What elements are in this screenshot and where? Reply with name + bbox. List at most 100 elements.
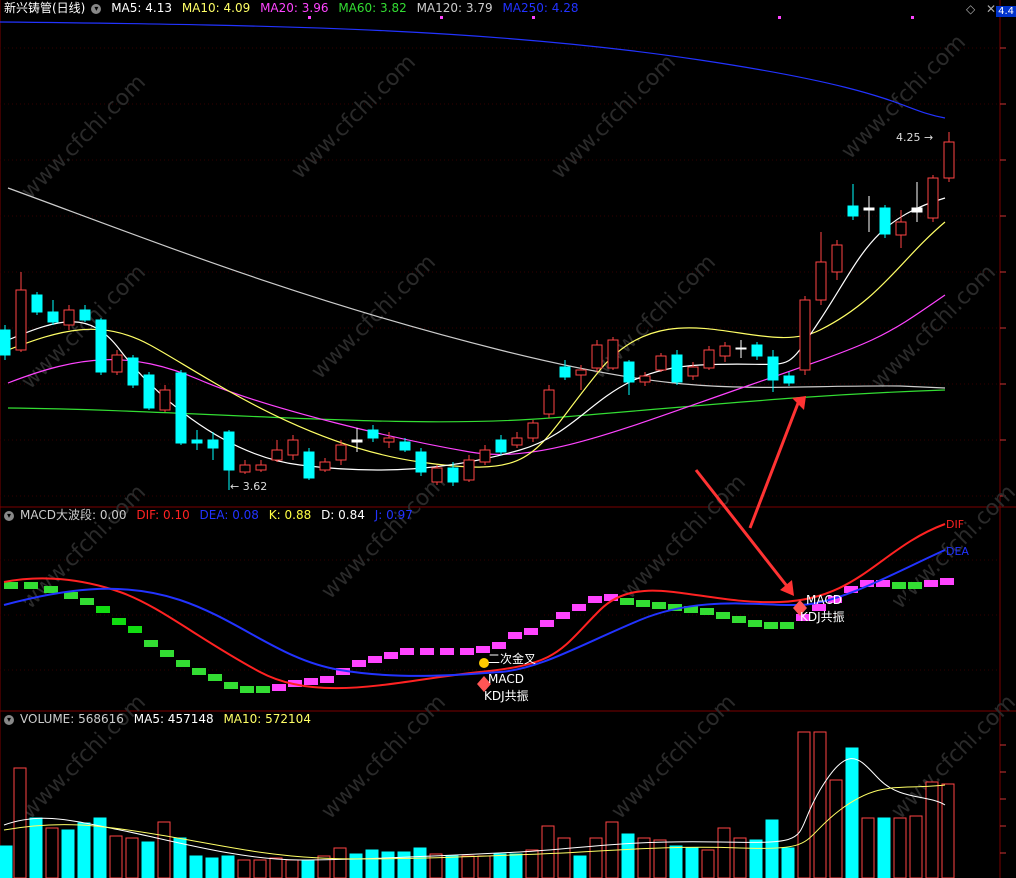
- volume-bar: [253, 859, 267, 878]
- candle-body: [287, 439, 299, 456]
- macd-histogram-bar: [346, 639, 349, 655]
- volume-bar: [125, 837, 139, 878]
- volume-settings-icon[interactable]: ▾: [4, 714, 14, 725]
- red-arrow-head-down: [780, 580, 794, 596]
- macd-wave-block: [256, 686, 270, 693]
- candle-body: [703, 349, 715, 369]
- stock-name[interactable]: 新兴铸管(日线): [4, 1, 85, 15]
- volume-bar: [797, 731, 811, 878]
- volume-title[interactable]: VOLUME: 568616: [20, 712, 124, 726]
- kdj-signal-label-1: KDJ共振: [484, 689, 529, 703]
- macd-wave-block: [524, 628, 538, 635]
- macd-histogram-bar: [426, 639, 429, 641]
- candle-body: [655, 355, 667, 371]
- volume-header: ▾ VOLUME: 568616 MA5: 457148 MA10: 572104: [4, 711, 317, 727]
- dif-label: DIF: 0.10: [136, 508, 190, 522]
- volume-bar: [941, 783, 955, 878]
- low-price-label: ← 3.62: [230, 480, 268, 493]
- macd-wave-block: [460, 648, 474, 655]
- candle-body: [815, 261, 827, 301]
- volume-bar: [493, 853, 507, 878]
- watermark-layer: www.cfchi.com www.cfchi.com www.cfchi.com w…: [17, 30, 1016, 824]
- macd-histogram-bar: [922, 587, 925, 639]
- red-arrow-head-up: [792, 396, 806, 410]
- macd-histogram-bar: [202, 639, 205, 691]
- volume-bar: [509, 853, 523, 878]
- diamond-icon[interactable]: ◇: [966, 2, 975, 16]
- watermark-text: www.cfchi.com: [287, 50, 421, 184]
- event-marker: [778, 16, 781, 19]
- macd-histogram-bar: [698, 611, 701, 639]
- candle-body: [575, 369, 587, 376]
- price-axis-top: 4.4: [996, 6, 1016, 17]
- macd-wave-block: [80, 598, 94, 605]
- candle-body: [943, 141, 955, 179]
- macd-settings-icon[interactable]: ▾: [4, 510, 14, 521]
- red-arrow-line-up: [748, 397, 802, 529]
- volume-bar: [685, 847, 699, 878]
- macd-histogram-bar: [26, 599, 29, 639]
- volume-bar: [301, 859, 315, 878]
- candle-body: [47, 311, 59, 323]
- volume-bar: [45, 827, 59, 878]
- macd-wave-block: [420, 648, 434, 655]
- macd-histogram-bar: [442, 639, 445, 641]
- macd-wave-block: [508, 632, 522, 639]
- candle-body: [687, 366, 699, 377]
- volume-bar: [669, 845, 683, 878]
- macd-histogram-bar: [394, 639, 397, 641]
- macd-histogram-bar: [282, 639, 285, 679]
- macd-wave-block: [940, 578, 954, 585]
- macd-wave-block: [144, 640, 158, 647]
- candle-body: [767, 356, 779, 381]
- candle-body: [895, 221, 907, 236]
- d-label: D: 0.84: [321, 508, 365, 522]
- candle-body: [15, 289, 27, 351]
- close-icon[interactable]: ✕: [986, 2, 996, 16]
- macd-wave-block: [764, 622, 778, 629]
- macd-histogram-bar: [58, 607, 61, 639]
- macd-title-value: : 0.00: [91, 508, 127, 522]
- k-label: K: 0.88: [268, 508, 312, 522]
- macd-wave-block: [368, 656, 382, 663]
- candle-body: [79, 309, 91, 321]
- candle-body: [527, 422, 539, 439]
- volume-bar: [557, 837, 571, 878]
- macd-histogram-bar: [490, 635, 493, 639]
- ma250-label: MA250: 4.28: [502, 1, 579, 15]
- volume-bar: [333, 847, 347, 878]
- dea-label: DEA: 0.08: [199, 508, 259, 522]
- volume-bar: [269, 857, 283, 878]
- candle-body: [879, 207, 891, 235]
- candle-body: [463, 459, 475, 481]
- macd-wave-block: [908, 582, 922, 589]
- macd-wave-block: [224, 682, 238, 689]
- j-label: J: 0.97: [374, 508, 413, 522]
- candle-body: [271, 449, 283, 461]
- volume-bar: [29, 817, 43, 878]
- macd-histogram-bar: [906, 584, 909, 639]
- volume-bar: [893, 817, 907, 878]
- volume-bar: [877, 817, 891, 878]
- macd-wave-block: [540, 620, 554, 627]
- dea-line-label: DEA: [946, 545, 969, 558]
- volume-bar: [573, 855, 587, 878]
- macd-histogram-bar: [650, 604, 653, 639]
- macd-wave-block: [208, 674, 222, 681]
- kdj-signal-label-2: KDJ共振: [800, 610, 845, 624]
- macd-wave-block: [892, 582, 906, 589]
- macd-histogram-bar: [10, 604, 13, 639]
- high-price-label: 4.25 →: [896, 131, 934, 144]
- macd-wave-block: [384, 652, 398, 659]
- macd-wave-block: [620, 598, 634, 605]
- macd-wave-block: [780, 622, 794, 629]
- settings-icon[interactable]: ▾: [91, 3, 102, 14]
- volume-bar: [781, 847, 795, 878]
- volume-bar: [109, 835, 123, 878]
- macd-histogram-bar: [938, 589, 941, 639]
- volume-bar: [733, 837, 747, 878]
- candle-body: [431, 467, 443, 483]
- macd-title[interactable]: MACD大波段: [20, 508, 92, 522]
- volume-bar: [861, 817, 875, 878]
- candle-body: [847, 205, 859, 217]
